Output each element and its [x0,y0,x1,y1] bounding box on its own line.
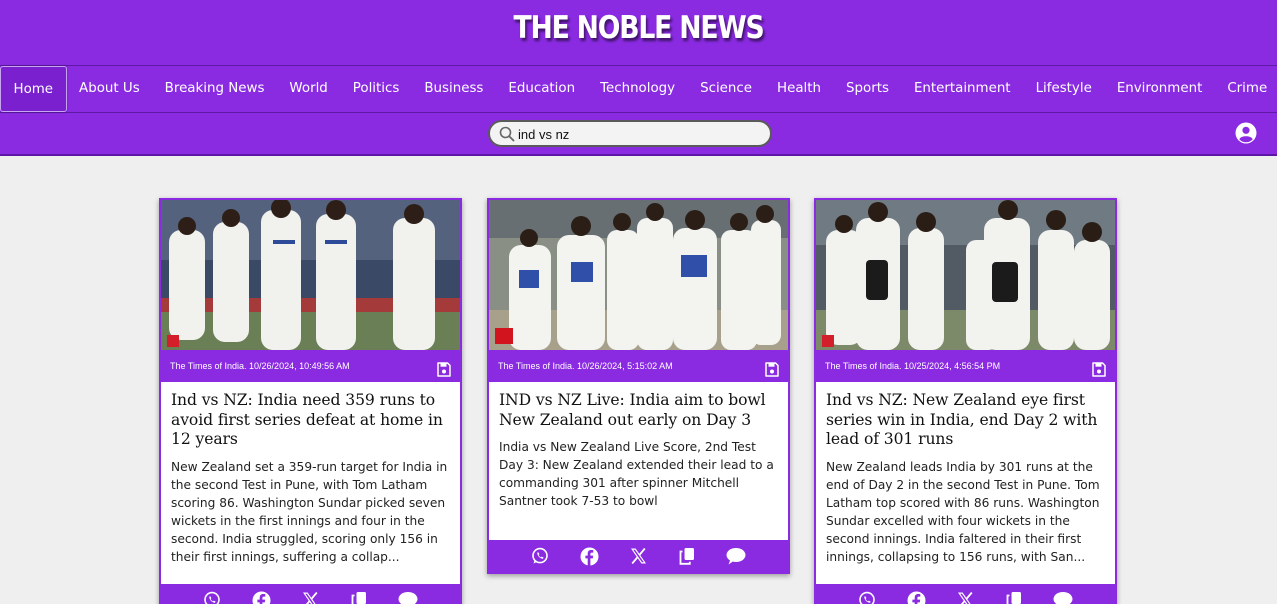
nav-item-about-us[interactable]: About Us [67,66,153,112]
copy-icon[interactable] [679,547,695,565]
article-description: New Zealand set a 359-run target for Ind… [171,459,448,564]
site-header: THE NOBLE NEWS Home About Us Breaking Ne… [0,0,1277,156]
comment-icon[interactable] [726,547,746,565]
nav-item-education[interactable]: Education [496,66,588,112]
x-icon[interactable] [302,592,319,604]
nav-item-breaking-news[interactable]: Breaking News [152,66,277,112]
whatsapp-icon[interactable] [531,547,549,565]
share-bar [816,584,1115,604]
nav-item-politics[interactable]: Politics [340,66,412,112]
article-source-date: The Times of India. 10/25/2024, 4:56:54 … [825,361,1001,371]
nav-item-technology[interactable]: Technology [588,66,688,112]
news-card[interactable]: The Times of India. 10/26/2024, 5:15:02 … [487,198,790,574]
x-icon[interactable] [630,548,647,564]
article-source-date: The Times of India. 10/26/2024, 5:15:02 … [498,361,673,371]
news-card[interactable]: The Times of India. 10/25/2024, 4:56:54 … [814,198,1117,604]
article-meta: The Times of India. 10/26/2024, 10:49:56… [161,350,460,382]
whatsapp-icon[interactable] [203,591,221,604]
site-title: THE NOBLE NEWS [513,10,764,46]
article-image[interactable] [161,200,460,350]
search-input[interactable] [518,125,758,143]
article-source-date: The Times of India. 10/26/2024, 10:49:56… [170,361,350,371]
comment-icon[interactable] [1053,591,1073,604]
facebook-icon[interactable] [907,591,926,604]
nav-item-home[interactable]: Home [0,66,67,112]
save-icon[interactable] [1092,358,1106,390]
news-card[interactable]: The Times of India. 10/26/2024, 10:49:56… [159,198,462,604]
copy-icon[interactable] [1006,591,1022,604]
search-box [488,120,772,147]
save-icon[interactable] [765,358,779,390]
article-meta: The Times of India. 10/25/2024, 4:56:54 … [816,350,1115,382]
facebook-icon[interactable] [580,547,599,566]
nav-item-entertainment[interactable]: Entertainment [901,66,1023,112]
user-circle-icon[interactable] [1235,122,1257,149]
nav-item-crime[interactable]: Crime [1215,66,1277,112]
article-title[interactable]: IND vs NZ Live: India aim to bowl New Ze… [489,382,788,430]
share-bar [161,584,460,604]
article-image[interactable] [489,200,788,350]
copy-icon[interactable] [351,591,367,604]
whatsapp-icon[interactable] [858,591,876,604]
nav-item-science[interactable]: Science [688,66,765,112]
nav-item-environment[interactable]: Environment [1104,66,1215,112]
main-nav: Home About Us Breaking News World Politi… [0,65,1277,113]
facebook-icon[interactable] [252,591,271,604]
article-title[interactable]: Ind vs NZ: India need 359 runs to avoid … [161,382,460,450]
article-description: New Zealand leads India by 301 runs at t… [826,459,1100,564]
nav-item-lifestyle[interactable]: Lifestyle [1023,66,1104,112]
nav-item-business[interactable]: Business [412,66,496,112]
comment-icon[interactable] [398,591,418,604]
nav-item-world[interactable]: World [277,66,340,112]
article-meta: The Times of India. 10/26/2024, 5:15:02 … [489,350,788,382]
article-description: India vs New Zealand Live Score, 2nd Tes… [499,440,774,508]
nav-item-sports[interactable]: Sports [834,66,902,112]
save-icon[interactable] [437,358,451,390]
share-bar [489,540,788,572]
x-icon[interactable] [957,592,974,604]
nav-item-health[interactable]: Health [765,66,834,112]
search-icon [499,126,515,147]
article-title[interactable]: Ind vs NZ: New Zealand eye first series … [816,382,1115,450]
article-image[interactable] [816,200,1115,350]
